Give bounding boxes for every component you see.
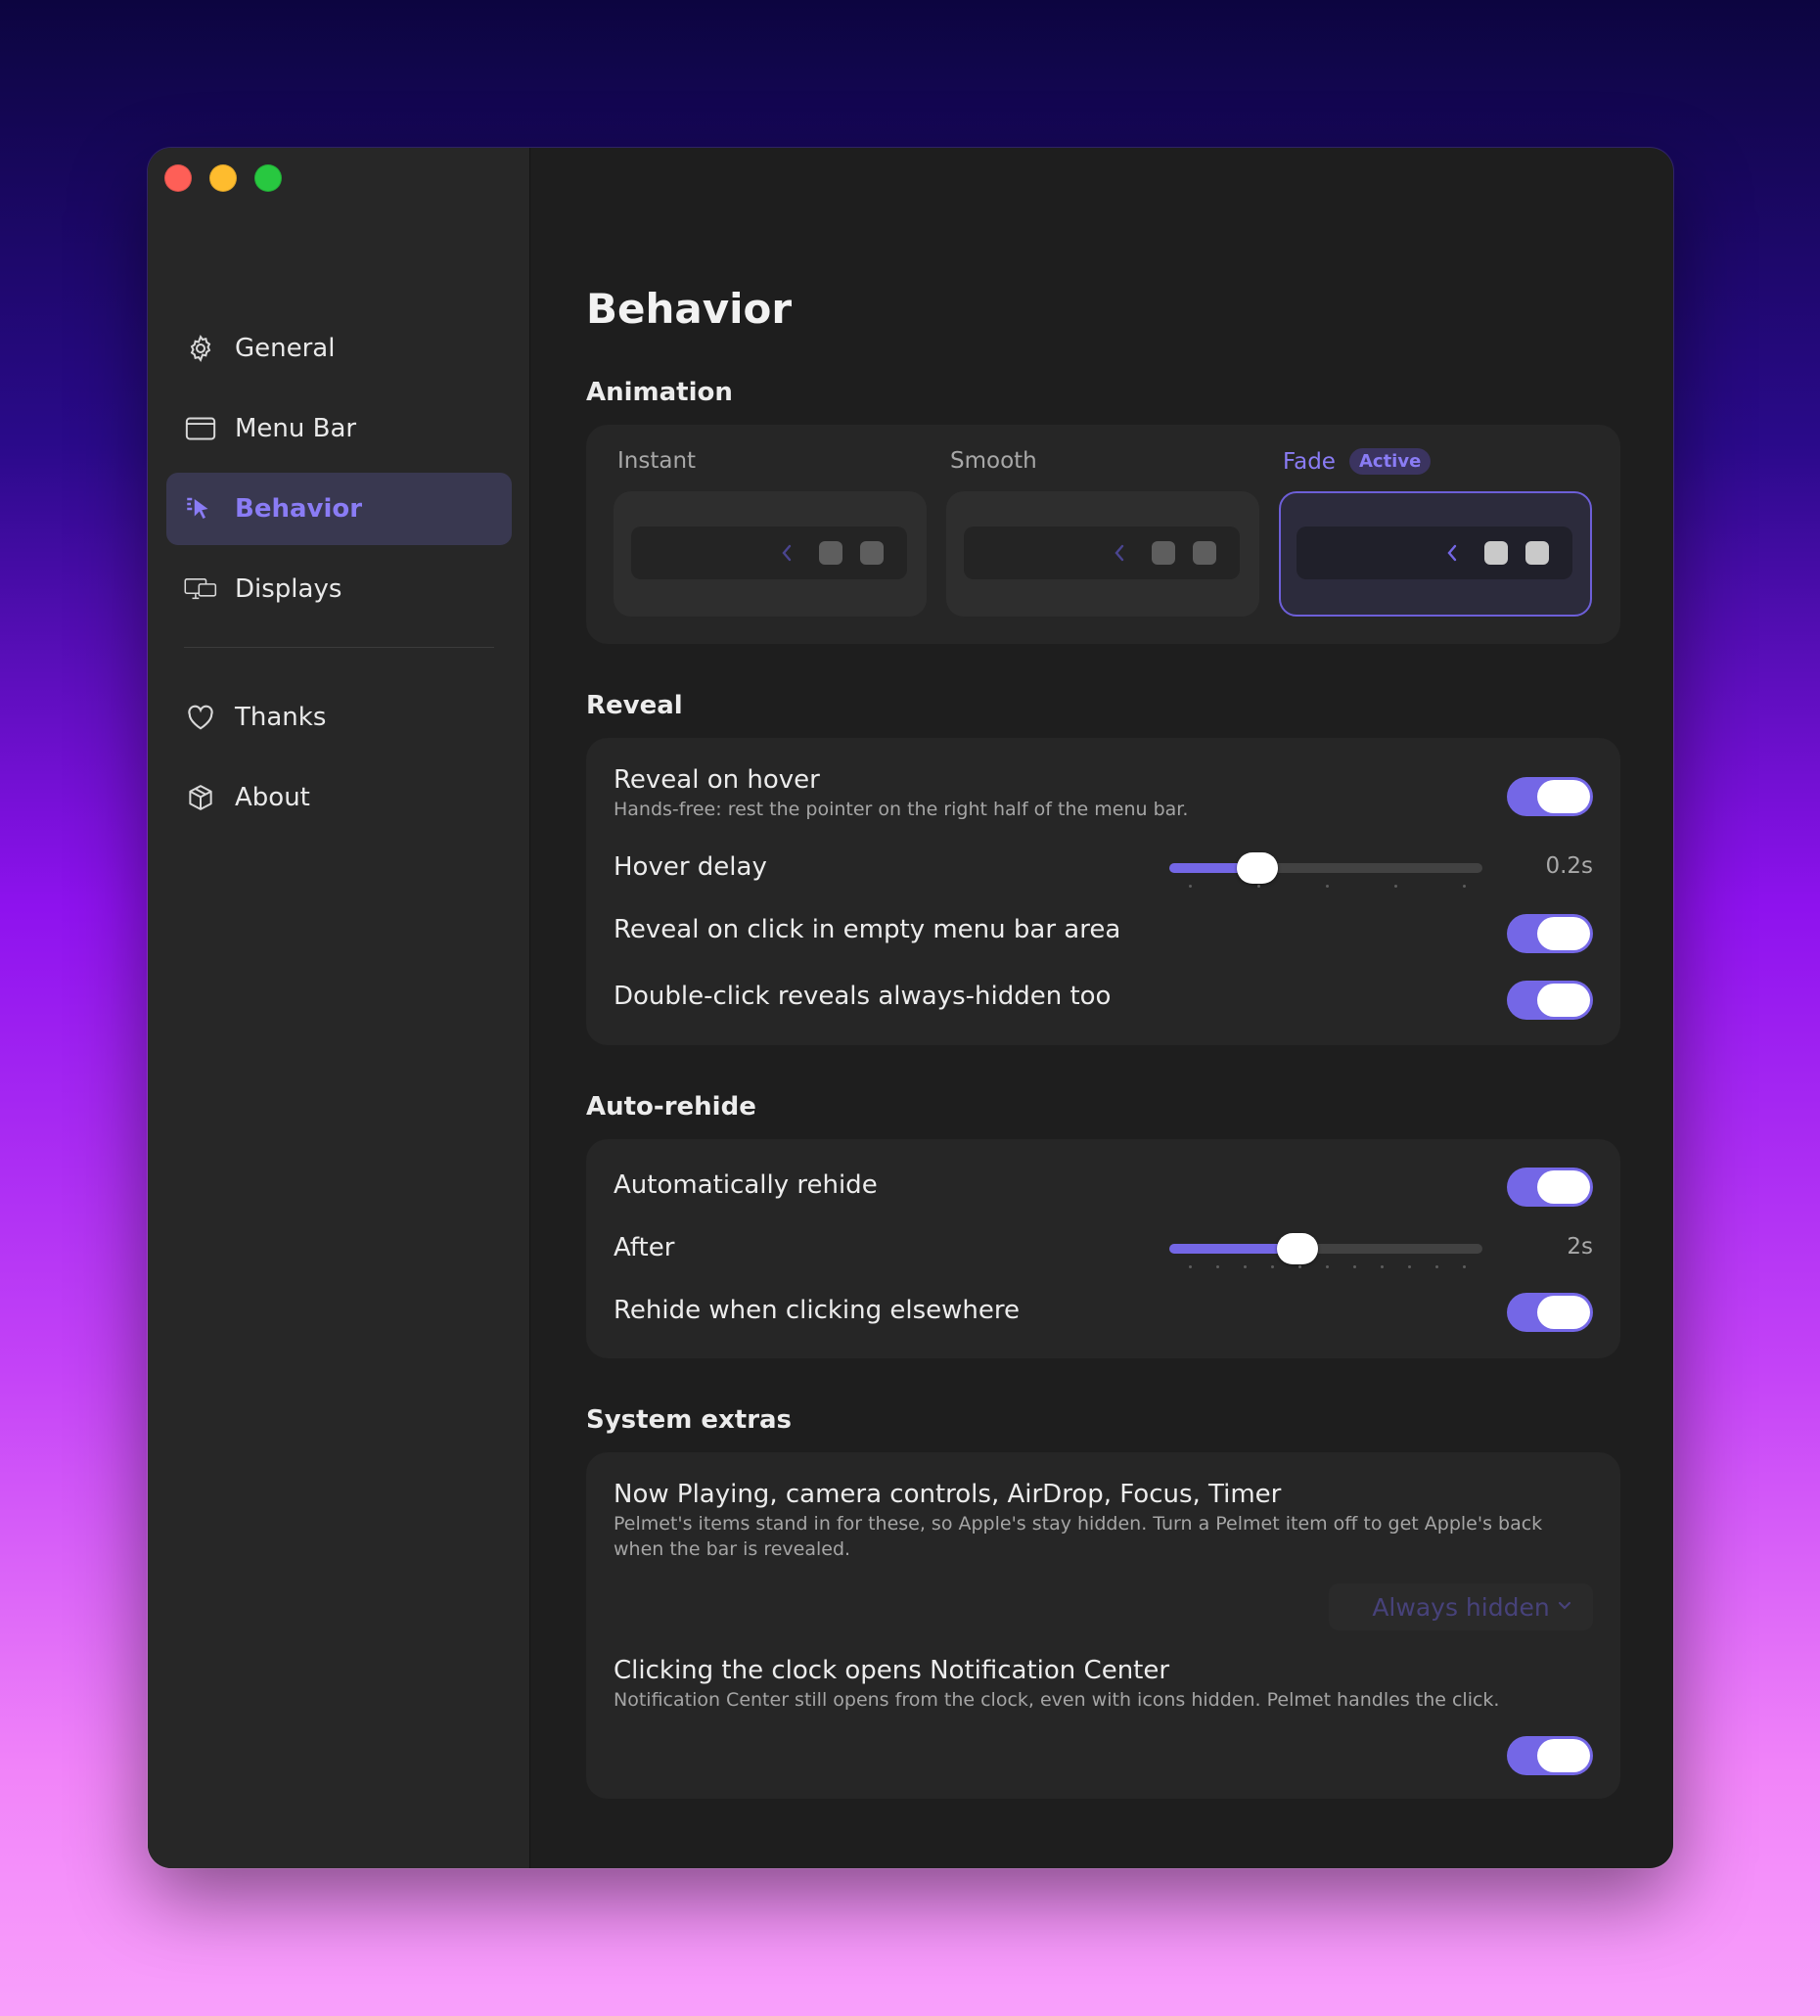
section-title-system-extras: System extras xyxy=(586,1405,793,1435)
dropdown-value: Always hidden xyxy=(1372,1592,1550,1622)
now-playing-label: Now Playing, camera controls, AirDrop, F… xyxy=(614,1480,1282,1509)
slider-tick xyxy=(1257,885,1260,888)
displays-icon xyxy=(184,573,217,606)
slider-tick xyxy=(1463,885,1466,888)
box-icon xyxy=(184,781,217,814)
section-title-auto-rehide: Auto-rehide xyxy=(586,1092,756,1122)
menubar-window-icon xyxy=(184,412,217,445)
animation-preview-selected[interactable] xyxy=(1279,491,1592,617)
slider-tick xyxy=(1353,1265,1356,1268)
system-extras-card: Now Playing, camera controls, AirDrop, F… xyxy=(586,1452,1620,1799)
sidebar-item-thanks[interactable]: Thanks xyxy=(166,681,512,754)
zoom-button[interactable] xyxy=(254,164,282,192)
animation-option-label: Fade Active xyxy=(1283,448,1432,475)
mini-menu-bar xyxy=(964,527,1240,579)
reveal-on-click-toggle[interactable] xyxy=(1507,914,1593,953)
window-controls xyxy=(164,164,282,192)
slider-tick xyxy=(1298,1265,1301,1268)
mini-menu-bar xyxy=(631,527,907,579)
sidebar-item-label: Menu Bar xyxy=(235,414,357,443)
menu-item-square xyxy=(1193,541,1216,565)
now-playing-description: Pelmet's items stand in for these, so Ap… xyxy=(614,1513,1543,1560)
slider-tick xyxy=(1326,1265,1329,1268)
slider-tick xyxy=(1463,1265,1466,1268)
automatically-rehide-label: Automatically rehide xyxy=(614,1170,878,1200)
menu-item-square xyxy=(1152,541,1175,565)
sidebar-divider xyxy=(184,647,494,648)
hover-delay-value: 0.2s xyxy=(1545,853,1593,879)
reveal-on-click-label: Reveal on click in empty menu bar area xyxy=(614,915,1121,944)
clock-notification-description: Notification Center still opens from the… xyxy=(614,1689,1500,1711)
sidebar-item-label: About xyxy=(235,783,310,812)
reveal-on-hover-description: Hands-free: rest the pointer on the righ… xyxy=(614,799,1189,820)
slider-tick xyxy=(1435,1265,1438,1268)
gear-icon xyxy=(184,332,217,365)
rehide-after-label: After xyxy=(614,1233,675,1262)
section-title-reveal: Reveal xyxy=(586,691,683,720)
auto-rehide-card: Automatically rehide After 2s Rehide whe… xyxy=(586,1139,1620,1358)
sidebar-item-about[interactable]: About xyxy=(166,761,512,834)
animation-option-label: Instant xyxy=(617,448,697,474)
slider-tick xyxy=(1216,1265,1219,1268)
slider-tick xyxy=(1189,885,1192,888)
sidebar-item-label: General xyxy=(235,334,336,363)
slider-thumb[interactable] xyxy=(1277,1233,1319,1264)
active-badge: Active xyxy=(1348,448,1432,475)
reveal-on-hover-label: Reveal on hover xyxy=(614,765,820,795)
sidebar-item-label: Thanks xyxy=(235,703,327,732)
rehide-elsewhere-label: Rehide when clicking elsewhere xyxy=(614,1296,1021,1325)
reveal-on-hover-toggle[interactable] xyxy=(1507,777,1593,816)
double-click-reveal-label: Double-click reveals always-hidden too xyxy=(614,982,1112,1011)
sidebar-item-label: Displays xyxy=(235,574,342,604)
slider-tick xyxy=(1244,1265,1247,1268)
mini-menu-bar xyxy=(1297,527,1572,579)
animation-card: Instant Smooth Fade Active xyxy=(586,425,1620,644)
heart-icon xyxy=(184,701,217,734)
sidebar: General Menu Bar Behavior Displays Thank… xyxy=(148,148,530,1868)
menu-item-square xyxy=(860,541,884,565)
clock-notification-label: Clicking the clock opens Notification Ce… xyxy=(614,1656,1170,1685)
section-title-animation: Animation xyxy=(586,378,733,407)
page-title: Behavior xyxy=(586,285,793,333)
slider-tick xyxy=(1326,885,1329,888)
chevron-down-icon xyxy=(1558,1601,1571,1610)
chevron-left-icon xyxy=(1115,544,1124,562)
rehide-elsewhere-toggle[interactable] xyxy=(1507,1293,1593,1332)
rehide-after-slider[interactable] xyxy=(1169,1232,1482,1268)
now-playing-visibility-dropdown[interactable]: Always hidden xyxy=(1329,1583,1593,1630)
automatically-rehide-toggle[interactable] xyxy=(1507,1168,1593,1207)
main-content: Behavior Animation Instant Smooth Fade A… xyxy=(530,148,1673,1868)
slider-tick xyxy=(1394,885,1397,888)
slider-tick xyxy=(1271,1265,1274,1268)
hover-delay-label: Hover delay xyxy=(614,852,767,882)
sidebar-item-behavior[interactable]: Behavior xyxy=(166,473,512,545)
hover-delay-slider[interactable] xyxy=(1169,851,1482,888)
sidebar-item-displays[interactable]: Displays xyxy=(166,553,512,625)
chevron-left-icon xyxy=(1447,544,1457,562)
slider-thumb[interactable] xyxy=(1236,852,1278,884)
chevron-left-icon xyxy=(782,544,792,562)
sidebar-item-general[interactable]: General xyxy=(166,312,512,385)
reveal-card: Reveal on hover Hands-free: rest the poi… xyxy=(586,738,1620,1045)
settings-window: General Menu Bar Behavior Displays Thank… xyxy=(148,148,1673,1868)
animation-preview[interactable] xyxy=(614,491,927,617)
animation-option-label: Smooth xyxy=(950,448,1037,474)
close-button[interactable] xyxy=(164,164,192,192)
sidebar-item-menu-bar[interactable]: Menu Bar xyxy=(166,392,512,465)
slider-tick xyxy=(1381,1265,1384,1268)
slider-tick xyxy=(1189,1265,1192,1268)
cursor-icon xyxy=(184,492,217,526)
menu-item-square xyxy=(1484,541,1508,565)
menu-item-square xyxy=(1525,541,1549,565)
animation-preview[interactable] xyxy=(946,491,1259,617)
double-click-reveal-toggle[interactable] xyxy=(1507,981,1593,1020)
clock-notification-toggle[interactable] xyxy=(1507,1736,1593,1775)
rehide-after-value: 2s xyxy=(1567,1234,1593,1260)
menu-item-square xyxy=(819,541,842,565)
animation-option-fade-label: Fade xyxy=(1283,448,1336,475)
minimize-button[interactable] xyxy=(209,164,237,192)
sidebar-item-label: Behavior xyxy=(235,494,363,524)
slider-tick xyxy=(1408,1265,1411,1268)
sidebar-nav: General Menu Bar Behavior Displays Thank… xyxy=(166,312,512,842)
